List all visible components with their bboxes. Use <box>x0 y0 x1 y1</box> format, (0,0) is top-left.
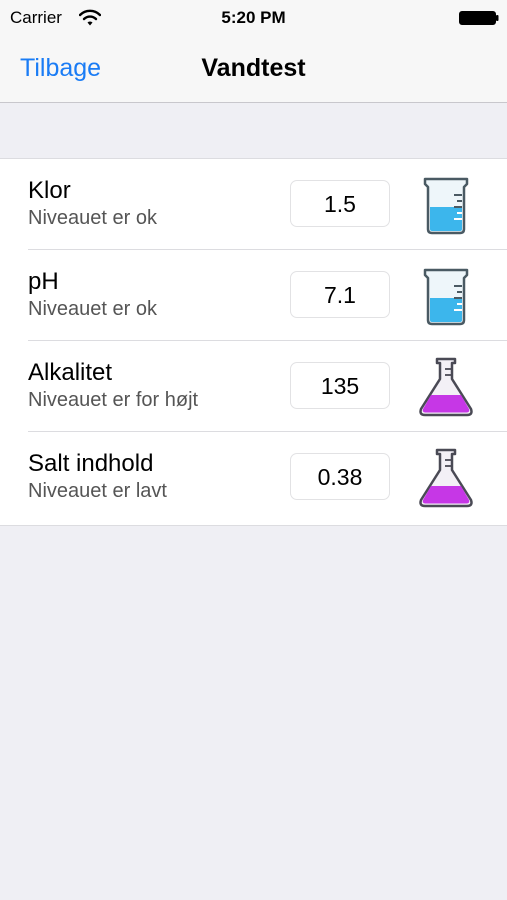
flask-icon <box>419 357 473 417</box>
table-row-alkalitet[interactable]: Alkalitet Niveauet er for højt 135 <box>0 341 507 432</box>
row-title: Alkalitet <box>28 359 113 386</box>
value-field-salt-indhold[interactable]: 0.38 <box>290 453 390 500</box>
value-field-klor[interactable]: 1.5 <box>290 180 390 227</box>
flask-icon <box>419 448 473 508</box>
value-field-alkalitet[interactable]: 135 <box>290 362 390 409</box>
table-row-klor[interactable]: Klor Niveauet er ok 1.5 <box>0 159 507 250</box>
row-status: Niveauet er ok <box>28 207 157 229</box>
table-row-salt-indhold[interactable]: Salt indhold Niveauet er lavt 0.38 <box>0 432 507 523</box>
table-row-ph[interactable]: pH Niveauet er ok 7.1 <box>0 250 507 341</box>
navigation-bar: Tilbage Vandtest <box>0 36 507 103</box>
row-status: Niveauet er ok <box>28 298 157 320</box>
page-title: Vandtest <box>201 54 306 82</box>
row-status: Niveauet er lavt <box>28 480 167 502</box>
battery-icon <box>459 11 499 25</box>
row-title: pH <box>28 268 59 295</box>
beaker-icon <box>423 268 469 326</box>
row-title: Salt indhold <box>28 450 154 477</box>
row-title: Klor <box>28 177 71 204</box>
test-results-table: Klor Niveauet er ok 1.5 pH Niveauet er o… <box>0 158 507 526</box>
status-time: 5:20 PM <box>221 8 286 27</box>
status-bar: Carrier 5:20 PM <box>0 0 507 36</box>
value-field-ph[interactable]: 7.1 <box>290 271 390 318</box>
beaker-icon <box>423 177 469 235</box>
row-status: Niveauet er for højt <box>28 389 199 411</box>
